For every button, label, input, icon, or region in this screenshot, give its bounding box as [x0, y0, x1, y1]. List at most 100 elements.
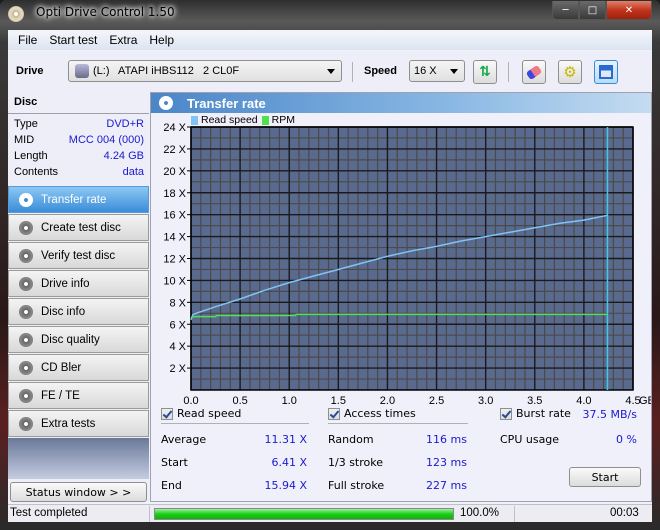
- eraser-icon: [525, 64, 543, 80]
- y-tick-label: 16 X: [163, 210, 186, 222]
- y-tick-label: 8 X: [169, 297, 186, 309]
- erase-button[interactable]: [522, 60, 546, 84]
- nav-drive-info[interactable]: Drive info: [8, 270, 149, 297]
- disc-length-label: Length: [14, 150, 48, 162]
- status-divider: [514, 506, 515, 522]
- refresh-button[interactable]: ⇅: [473, 60, 497, 84]
- progress-fill: [155, 509, 453, 519]
- x-tick-label: 3.0: [478, 395, 493, 405]
- drive-info-icon: [19, 276, 33, 291]
- drive-label: Drive: [16, 65, 44, 77]
- x-tick-label: 4.0: [576, 395, 591, 405]
- y-tick-label: 18 X: [163, 188, 186, 200]
- transfer-rate-panel: Transfer rate Read speed RPM 2 X4 X6 X8 …: [150, 92, 652, 502]
- disc-type-value: DVD+R: [106, 118, 144, 130]
- nav-label: Extra tests: [41, 417, 96, 430]
- nav-extra-tests[interactable]: Extra tests: [8, 410, 149, 437]
- start-button[interactable]: Start: [569, 467, 641, 487]
- x-tick-label: 3.5: [527, 395, 542, 405]
- nav-label: Create test disc: [41, 221, 121, 234]
- disc-mid-label: MID: [14, 134, 35, 146]
- burst-rate-label: Burst rate: [516, 407, 571, 420]
- toolbar: Drive (L:) ATAPI iHBS112 2 CL0F Speed 16…: [8, 52, 652, 92]
- disc-contents-value: data: [122, 166, 144, 178]
- app-window: Opti Drive Control 1.50 ─ □ ✕ File Start…: [0, 0, 660, 530]
- refresh-icon: ⇅: [479, 64, 491, 80]
- nav-fe-te[interactable]: FE / TE: [8, 382, 149, 409]
- access-times-label: Access times: [344, 407, 416, 420]
- x-tick-label: 1.5: [331, 395, 346, 405]
- one-third-stroke-value: 123 ms: [426, 456, 467, 469]
- burst-rate-checkbox[interactable]: Burst rate: [500, 407, 571, 420]
- maximize-button[interactable]: □: [579, 1, 606, 20]
- sidebar-fill: [8, 438, 149, 479]
- disc-length-row: Length 4.24 GB: [14, 150, 144, 166]
- divider: [328, 423, 468, 424]
- minimize-icon: ─: [562, 4, 569, 16]
- maximize-icon: □: [587, 4, 598, 16]
- settings-button[interactable]: ⚙: [558, 60, 582, 84]
- checkbox-checked-icon: [161, 407, 173, 420]
- disc-header: Disc: [8, 96, 149, 114]
- app-disc-icon: [8, 6, 24, 22]
- sidebar: Disc Type DVD+R MID MCC 004 (000) Length…: [8, 92, 149, 502]
- cpu-usage-label: CPU usage: [500, 433, 560, 446]
- y-tick-label: 22 X: [163, 144, 186, 156]
- status-window-button[interactable]: Status window > >: [10, 482, 147, 502]
- speed-select-value: 16 X: [414, 65, 437, 77]
- toolbar-divider: [352, 62, 353, 82]
- chevron-down-icon: [327, 69, 335, 74]
- nav-label: Transfer rate: [41, 193, 107, 206]
- nav-disc-info[interactable]: Disc info: [8, 298, 149, 325]
- nav-label: Disc info: [41, 305, 86, 318]
- disc-contents-label: Contents: [14, 166, 59, 178]
- nav-cd-bler[interactable]: CD Bler: [8, 354, 149, 381]
- extra-tests-icon: [19, 416, 33, 431]
- menu-file[interactable]: File: [12, 33, 43, 47]
- full-stroke-value: 227 ms: [426, 479, 467, 492]
- transfer-rate-icon: [19, 192, 33, 207]
- end-value: 15.94 X: [264, 479, 307, 492]
- menu-bar: File Start test Extra Help: [8, 30, 652, 50]
- close-button[interactable]: ✕: [606, 1, 652, 20]
- checkbox-checked-icon: [500, 407, 512, 420]
- start-value: 6.41 X: [271, 456, 307, 469]
- end-label: End: [161, 479, 182, 492]
- minimize-button[interactable]: ─: [552, 1, 579, 20]
- nav-label: Verify test disc: [41, 249, 116, 262]
- x-tick-label: 1.0: [282, 395, 297, 405]
- nav-label: FE / TE: [41, 389, 80, 402]
- toolbar-divider: [508, 62, 509, 82]
- read-speed-checkbox[interactable]: Read speed: [161, 407, 241, 420]
- chevron-down-icon: [450, 69, 458, 74]
- save-button[interactable]: [594, 60, 618, 84]
- menu-start-test[interactable]: Start test: [43, 33, 103, 47]
- x-tick-label: 0.5: [232, 395, 247, 405]
- one-third-stroke-label: 1/3 stroke: [328, 456, 383, 469]
- y-tick-label: 6 X: [169, 319, 186, 331]
- nav-transfer-rate[interactable]: Transfer rate: [8, 186, 149, 213]
- speed-select[interactable]: 16 X: [409, 60, 465, 82]
- nav-verify-test-disc[interactable]: Verify test disc: [8, 242, 149, 269]
- nav-label: Drive info: [41, 277, 90, 290]
- elapsed-time: 00:03: [610, 507, 639, 519]
- y-tick-label: 10 X: [163, 275, 186, 287]
- average-label: Average: [161, 433, 207, 446]
- transfer-rate-chart: 2 X 4 X 6 X 8 X 10 X 12 X 14 X 16 X 18 X 20 X 22 X…: [163, 122, 651, 405]
- menu-extra[interactable]: Extra: [103, 33, 143, 47]
- random-label: Random: [328, 433, 374, 446]
- speed-label: Speed: [364, 65, 398, 77]
- verify-disc-icon: [19, 248, 33, 263]
- nav-disc-quality[interactable]: Disc quality: [8, 326, 149, 353]
- progress-label: 100.0%: [460, 507, 500, 519]
- save-icon: [599, 65, 613, 79]
- nav-create-test-disc[interactable]: Create test disc: [8, 214, 149, 241]
- drive-select[interactable]: (L:) ATAPI iHBS112 2 CL0F: [68, 60, 342, 82]
- panel-title-bar: Transfer rate: [151, 93, 651, 113]
- settings-icon: ⚙: [563, 63, 577, 81]
- y-tick-label: 12 X: [163, 254, 186, 266]
- y-tick-label: 20 X: [163, 166, 186, 178]
- fe-te-icon: [19, 388, 33, 403]
- access-times-checkbox[interactable]: Access times: [328, 407, 416, 420]
- menu-help[interactable]: Help: [143, 33, 180, 47]
